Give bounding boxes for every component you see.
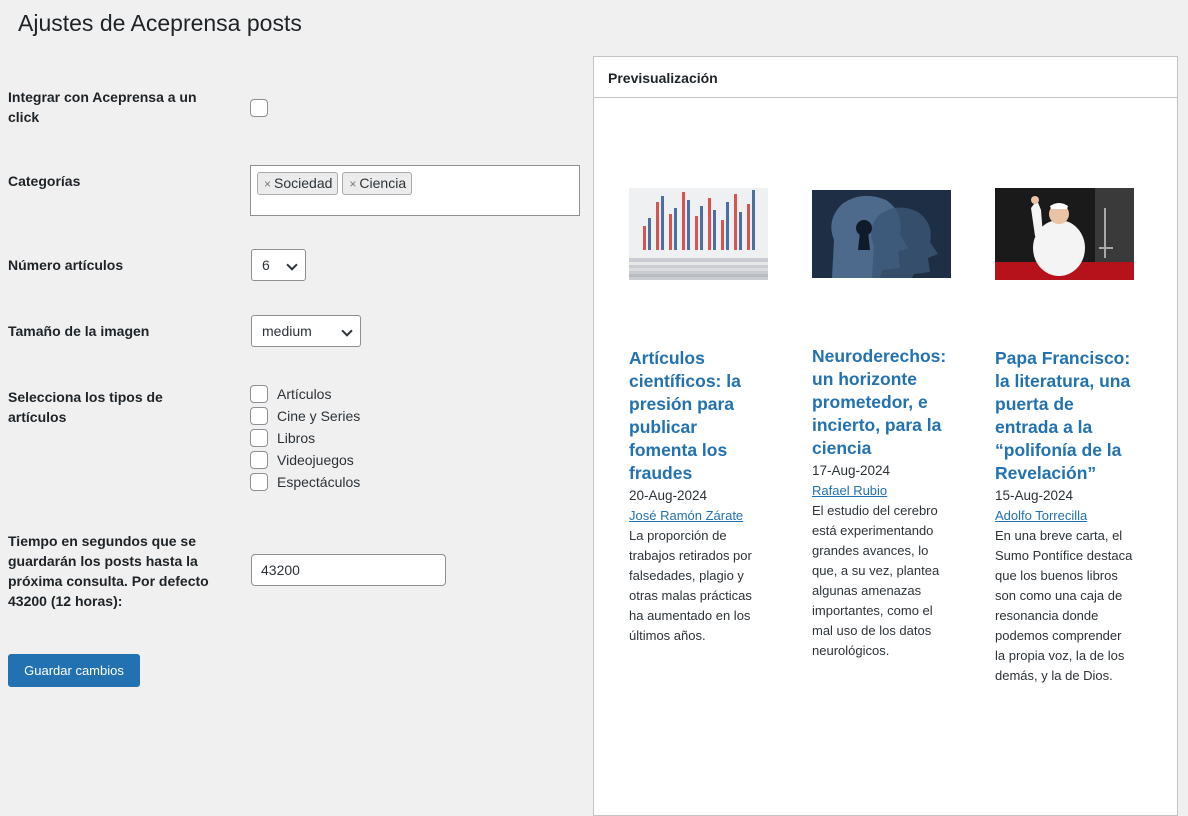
num-articles-label: Número artículos xyxy=(8,257,124,273)
article-excerpt: La proporción de trabajos retirados por … xyxy=(629,528,752,643)
category-token[interactable]: × Ciencia xyxy=(342,172,413,195)
article-thumbnail[interactable] xyxy=(995,188,1134,280)
article-title[interactable]: Papa Francisco: la literatura, una puert… xyxy=(995,347,1135,485)
bar-chart-newspaper-image xyxy=(629,188,768,280)
type-option[interactable]: Videojuegos xyxy=(250,449,360,471)
cache-seconds-input[interactable]: 43200 xyxy=(251,554,446,586)
type-option[interactable]: Libros xyxy=(250,427,360,449)
categories-select[interactable]: × Sociedad × Ciencia xyxy=(250,165,580,216)
remove-token-icon[interactable]: × xyxy=(264,177,271,191)
article-author-link[interactable]: Rafael Rubio xyxy=(812,481,952,501)
type-option[interactable]: Espectáculos xyxy=(250,471,360,493)
preview-panel: Previsualización Artículos científicos: … xyxy=(593,56,1178,816)
article-author-link[interactable]: Adolfo Torrecilla xyxy=(995,506,1135,526)
image-size-label: Tamaño de la imagen xyxy=(8,323,150,339)
article-card: Neuroderechos: un horizonte prometedor, … xyxy=(812,188,952,661)
article-date: 15-Aug-2024 xyxy=(995,488,1074,503)
article-date: 17-Aug-2024 xyxy=(812,463,891,478)
article-date: 20-Aug-2024 xyxy=(629,488,708,503)
chevron-down-icon xyxy=(341,325,353,337)
cache-label: Tiempo en segundos que se guardarán los … xyxy=(8,533,209,609)
chevron-down-icon xyxy=(286,259,298,271)
types-label: Selecciona los tipos de artículos xyxy=(8,389,163,425)
type-checkbox[interactable] xyxy=(250,451,268,469)
page-title: Ajustes de Aceprensa posts xyxy=(18,10,302,36)
article-excerpt: En una breve carta, el Sumo Pontífice de… xyxy=(995,528,1133,683)
pope-waving-image xyxy=(995,188,1134,280)
article-title[interactable]: Neuroderechos: un horizonte prometedor, … xyxy=(812,345,952,460)
type-checkbox[interactable] xyxy=(250,429,268,447)
article-thumbnail[interactable] xyxy=(812,190,951,278)
categories-label: Categorías xyxy=(8,173,81,189)
integrate-label: Integrar con Aceprensa a un click xyxy=(8,89,197,125)
article-author-link[interactable]: José Ramón Zárate xyxy=(629,506,769,526)
article-excerpt: El estudio del cerebro está experimentan… xyxy=(812,503,940,658)
article-card: Papa Francisco: la literatura, una puert… xyxy=(995,188,1135,686)
types-checklist: Artículos Cine y Series Libros Videojueg… xyxy=(250,383,360,493)
remove-token-icon[interactable]: × xyxy=(349,177,356,191)
digital-head-keyhole-image xyxy=(812,190,951,278)
type-option[interactable]: Cine y Series xyxy=(250,405,360,427)
type-checkbox[interactable] xyxy=(250,385,268,403)
integrate-checkbox[interactable] xyxy=(250,99,268,117)
image-size-select[interactable]: medium xyxy=(251,315,361,347)
type-checkbox[interactable] xyxy=(250,473,268,491)
article-thumbnail[interactable] xyxy=(629,188,768,280)
category-token[interactable]: × Sociedad xyxy=(257,172,339,195)
type-option[interactable]: Artículos xyxy=(250,383,360,405)
type-checkbox[interactable] xyxy=(250,407,268,425)
num-articles-select[interactable]: 6 xyxy=(251,249,306,281)
save-button[interactable]: Guardar cambios xyxy=(8,654,140,687)
preview-title: Previsualización xyxy=(594,57,1177,98)
article-card: Artículos científicos: la presión para p… xyxy=(629,188,769,646)
article-title[interactable]: Artículos científicos: la presión para p… xyxy=(629,347,769,485)
